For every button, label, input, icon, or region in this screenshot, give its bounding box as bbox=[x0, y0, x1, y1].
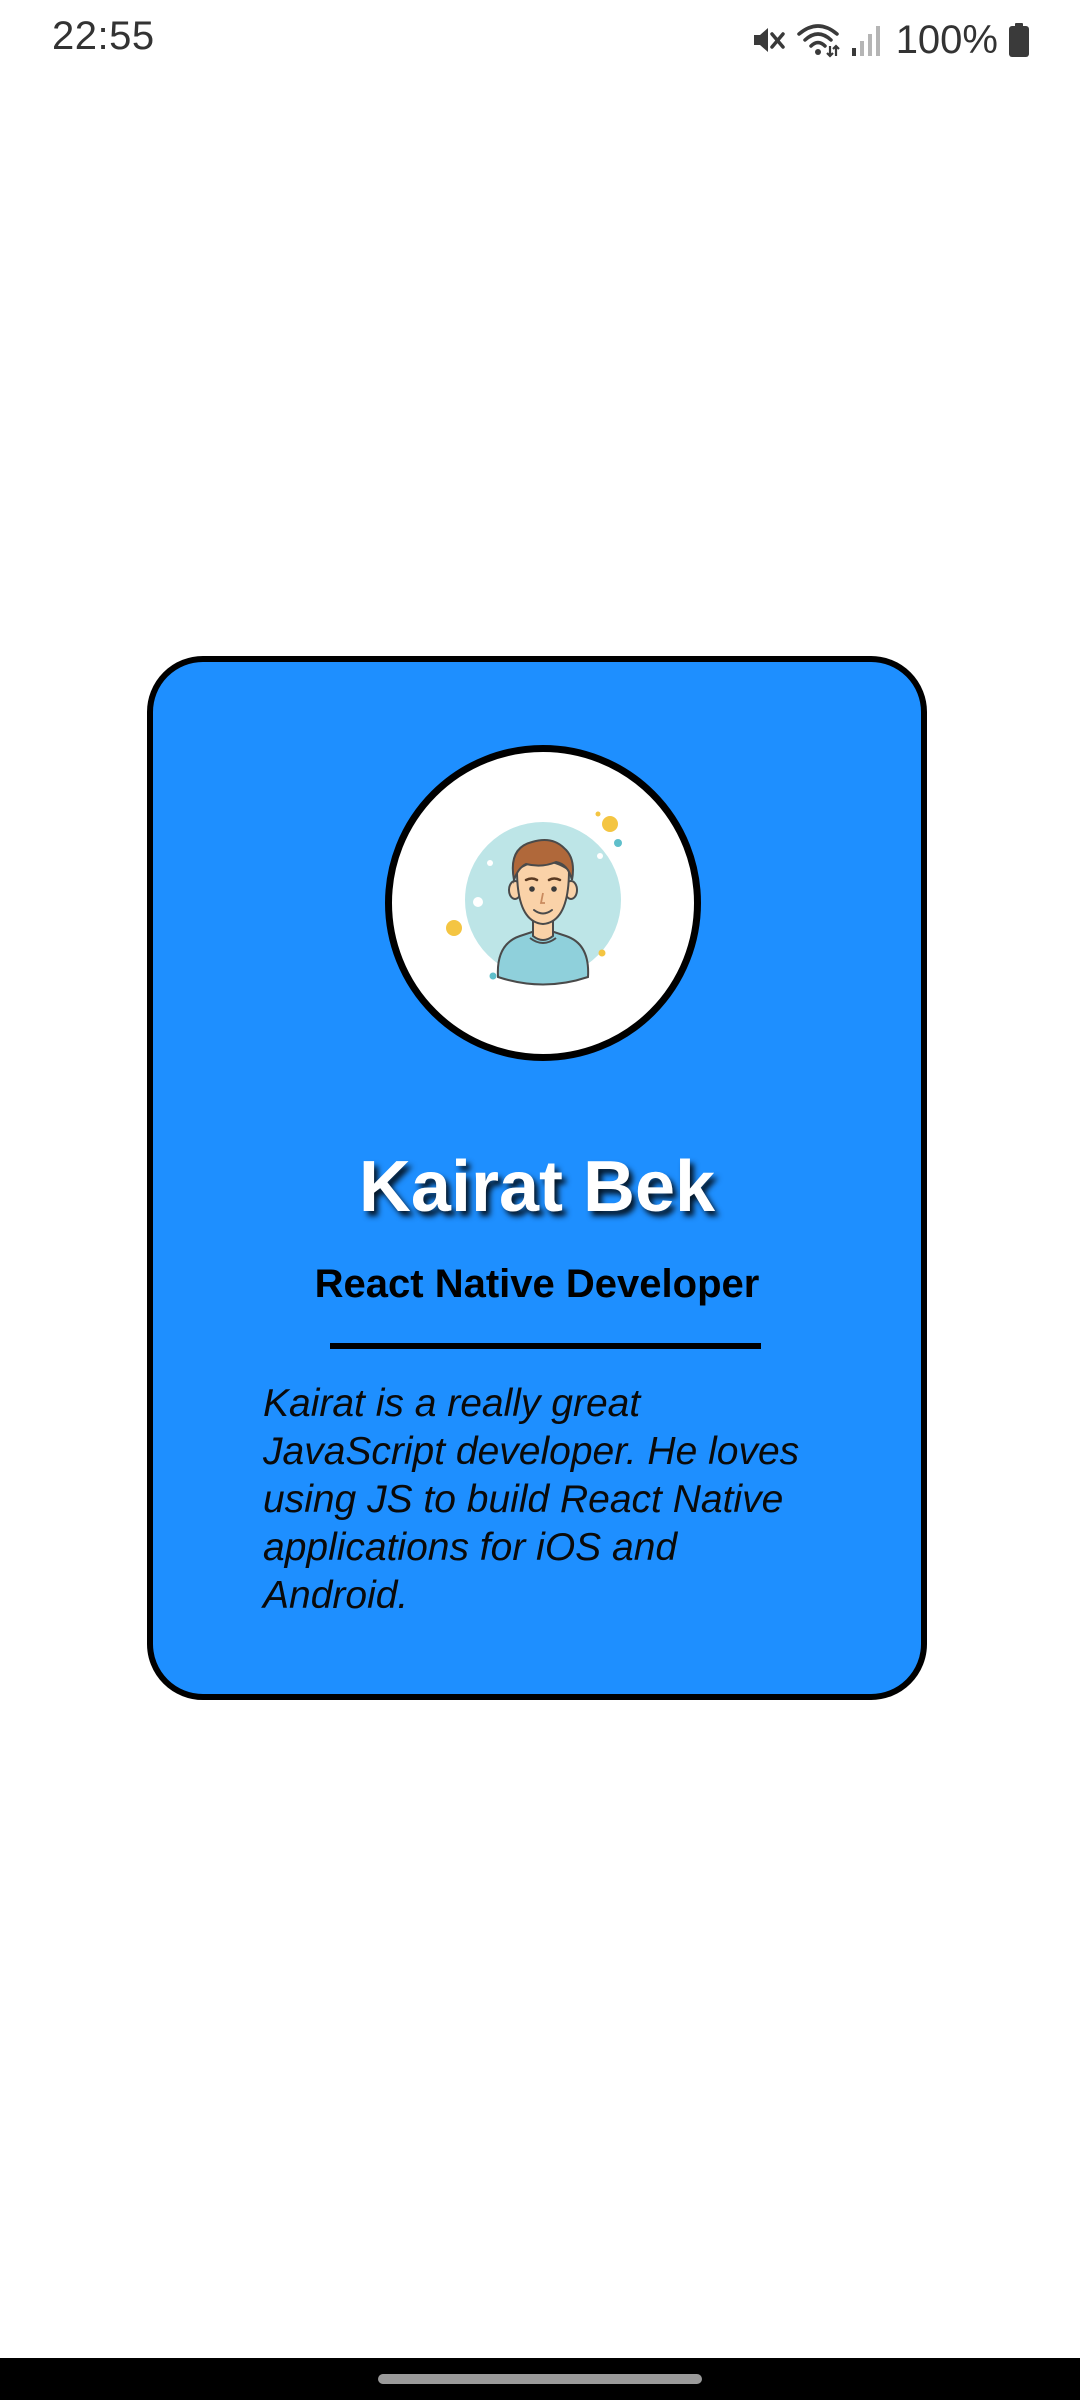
profile-role: React Native Developer bbox=[314, 1262, 760, 1306]
signal-icon bbox=[850, 22, 882, 58]
profile-name: Kairat Bek bbox=[358, 1147, 716, 1227]
avatar bbox=[385, 745, 701, 1061]
battery-icon bbox=[1008, 22, 1030, 58]
profile-card: Kairat Bek React Native Developer Kairat… bbox=[147, 656, 927, 1700]
status-icons: 100% bbox=[750, 16, 1030, 64]
wifi-icon bbox=[796, 22, 840, 58]
navigation-bar bbox=[0, 2358, 1080, 2400]
status-bar: 22:55 100% bbox=[0, 0, 1080, 80]
status-time: 22:55 bbox=[52, 14, 155, 58]
profile-bio: Kairat is a really great JavaScript deve… bbox=[263, 1382, 800, 1617]
role-divider bbox=[330, 1343, 761, 1349]
mute-icon bbox=[750, 22, 786, 58]
battery-percent: 100% bbox=[895, 17, 998, 62]
user-avatar-illustration-icon bbox=[446, 811, 622, 986]
home-gesture-handle[interactable] bbox=[378, 2374, 702, 2384]
